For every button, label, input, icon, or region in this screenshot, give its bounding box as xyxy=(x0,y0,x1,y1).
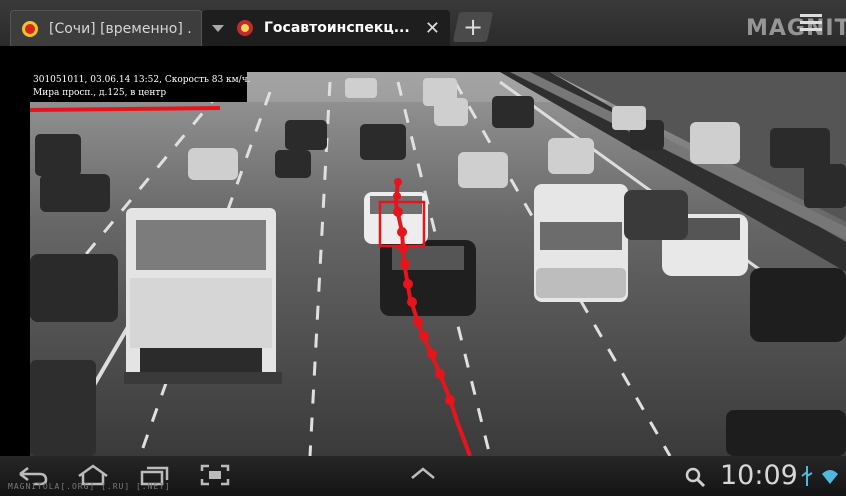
system-bar: 10:09 MAGNITOLA[.ORG] [.RU] [.NET] xyxy=(0,456,846,496)
clock: 10:09 xyxy=(720,460,798,491)
watermark-logo: MAGNITOL xyxy=(746,16,846,41)
up-chevron-icon[interactable] xyxy=(410,466,436,480)
watermark-credit: MAGNITOLA[.ORG] [.RU] [.NET] xyxy=(8,482,171,491)
close-tab-icon[interactable]: ✕ xyxy=(425,18,440,39)
caption-line1: 301051011, 03.06.14 13:52, Скорость 83 к… xyxy=(33,75,251,85)
usb-icon xyxy=(801,466,813,486)
tab-gibdd[interactable]: Госавтоинспекц... ✕ xyxy=(202,10,450,46)
tab-dropdown-icon[interactable] xyxy=(212,24,224,32)
screenshot-icon[interactable] xyxy=(200,464,230,486)
tab-title: [Сочи] [временно] ... xyxy=(49,20,191,37)
traffic-camera-photo xyxy=(30,72,846,456)
caption-line2: Мира просп., д.125, в центр xyxy=(33,88,167,98)
site-favicon-icon xyxy=(22,20,38,37)
search-icon[interactable] xyxy=(684,466,706,488)
gibdd-favicon-icon xyxy=(237,20,253,36)
tab-bar: [Сочи] [временно] ... Госавтоинспекц... … xyxy=(0,0,846,46)
tab-sochi[interactable]: [Сочи] [временно] ... xyxy=(10,10,202,46)
plus-icon: + xyxy=(462,13,484,41)
new-tab-button[interactable]: + xyxy=(452,12,494,42)
menu-icon[interactable] xyxy=(800,14,822,34)
wifi-icon xyxy=(822,470,838,484)
camera-caption: 301051011, 03.06.14 13:52, Скорость 83 к… xyxy=(30,72,251,102)
tab-title: Госавтоинспекц... xyxy=(264,20,410,36)
